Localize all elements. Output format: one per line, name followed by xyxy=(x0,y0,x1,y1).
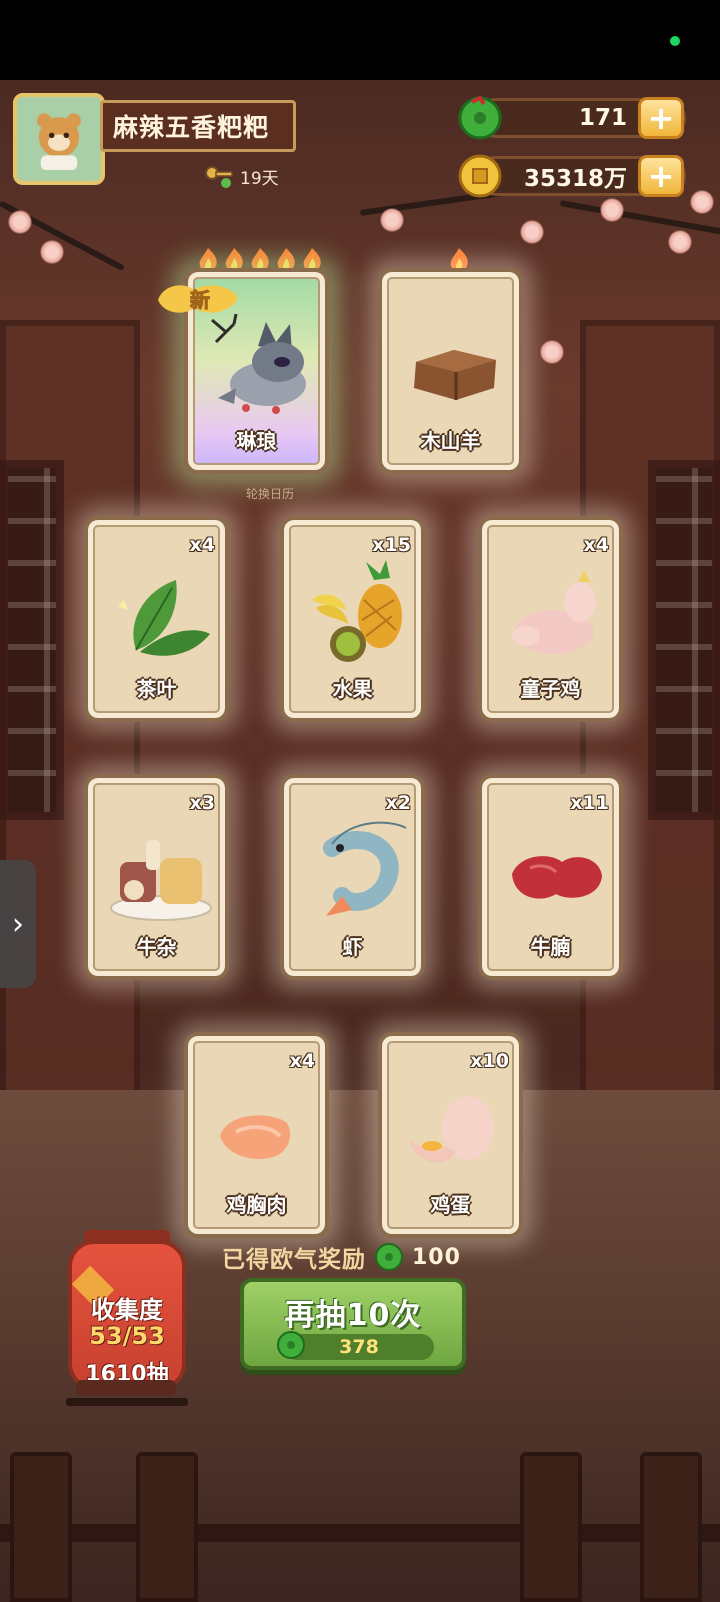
tea-leaf-icon xyxy=(118,580,210,656)
card-label: 琳琅 xyxy=(236,429,277,453)
status-bar xyxy=(0,0,720,80)
jade-icon xyxy=(458,96,502,140)
card-label: 牛腩 xyxy=(530,935,571,959)
shrimp-icon xyxy=(323,821,407,916)
card-shrimp[interactable]: x2 虾 xyxy=(280,774,425,980)
reward-label: 已得欧气奖励 xyxy=(222,1247,366,1273)
fence-post xyxy=(10,1452,72,1602)
new-badge-text: 新 xyxy=(190,288,210,312)
blossom xyxy=(540,340,564,364)
blossom xyxy=(600,198,624,222)
calendar-key-icon xyxy=(205,165,233,188)
fruit-icon xyxy=(312,560,402,662)
card-mushanyang[interactable]: 木山羊 xyxy=(378,268,523,474)
card-beef-offal[interactable]: x3 牛杂 xyxy=(84,774,229,980)
card-count: x4 xyxy=(189,534,215,556)
card-count: x2 xyxy=(385,792,411,814)
card-chicken[interactable]: x4 童子鸡 xyxy=(478,516,623,722)
card-label: 童子鸡 xyxy=(520,677,581,701)
fence-rail xyxy=(0,1524,720,1542)
card-count: x3 xyxy=(189,792,215,814)
card-tea[interactable]: x4 茶叶 xyxy=(84,516,229,722)
card-label: 木山羊 xyxy=(420,429,481,453)
blossom xyxy=(520,220,544,244)
card-caption: 轮换日历 xyxy=(245,487,294,501)
blossom xyxy=(380,208,404,232)
days-counter: 19天 xyxy=(204,164,279,189)
card-label: 鸡胸肉 xyxy=(226,1193,287,1217)
coin-plus-button[interactable]: + xyxy=(638,155,684,197)
card-count: x15 xyxy=(372,534,411,556)
player-name: 麻辣五香粑粑 xyxy=(100,100,296,152)
window-lattice-right xyxy=(648,460,720,820)
card-chicken-breast[interactable]: x4 鸡胸肉 xyxy=(184,1032,329,1238)
draw-cost: 378 xyxy=(284,1334,434,1360)
card-label: 茶叶 xyxy=(136,677,177,701)
camera-indicator-dot xyxy=(670,36,680,46)
lucky-reward-line: 已得欧气奖励 100 xyxy=(222,1240,461,1274)
jade-value: 171 xyxy=(578,105,627,131)
fence-post xyxy=(640,1452,702,1602)
beef-offal-icon xyxy=(110,840,212,921)
chicken-breast-icon xyxy=(220,1115,291,1160)
lantern-stand xyxy=(66,1398,188,1406)
card-count: x4 xyxy=(289,1050,315,1072)
fence-post xyxy=(136,1452,198,1602)
side-drawer-tab[interactable]: › xyxy=(0,860,36,988)
draw-button-label: 再抽10次 xyxy=(284,1298,422,1333)
egg-icon xyxy=(410,1096,494,1163)
wooden-goat-icon xyxy=(414,350,496,400)
days-value: 19天 xyxy=(240,169,279,189)
card-brisket[interactable]: x11 牛腩 xyxy=(478,774,623,980)
chevron-right-icon: › xyxy=(12,906,24,942)
card-fruit[interactable]: x15 水果 xyxy=(280,516,425,722)
card-count: x10 xyxy=(470,1050,509,1072)
lantern-foot xyxy=(76,1380,176,1396)
beef-brisket-icon xyxy=(512,856,602,899)
card-label: 牛杂 xyxy=(136,935,177,959)
fence-post xyxy=(520,1452,582,1602)
card-label: 虾 xyxy=(342,935,363,959)
jade-icon xyxy=(277,1331,305,1359)
coin-icon xyxy=(458,154,502,198)
card-egg[interactable]: x10 鸡蛋 xyxy=(378,1032,523,1238)
card-count: x11 xyxy=(570,792,609,814)
collection-title: 收集度 xyxy=(91,1296,163,1324)
new-badge: 新 xyxy=(158,285,238,313)
blossom xyxy=(40,240,64,264)
collection-progress: 53/53 xyxy=(89,1322,165,1350)
jade-plus-button[interactable]: + xyxy=(638,97,684,139)
card-count: x4 xyxy=(583,534,609,556)
game-scene: 麻辣五香粑粑 19天 171 + 35318万 + 琳琅 新 轮换日历 木山羊 … xyxy=(0,80,720,1602)
coin-value: 35318万 xyxy=(523,166,627,192)
window-lattice-left xyxy=(0,460,64,820)
card-label: 鸡蛋 xyxy=(430,1193,471,1217)
reward-value: 100 xyxy=(412,1244,461,1270)
card-label: 水果 xyxy=(332,677,373,701)
jade-icon xyxy=(375,1243,403,1271)
whole-chicken-icon xyxy=(512,570,596,654)
blossom xyxy=(690,190,714,214)
player-avatar[interactable] xyxy=(13,93,105,185)
blossom xyxy=(668,230,692,254)
draw-again-button[interactable]: 再抽10次 378 xyxy=(240,1278,466,1370)
blossom xyxy=(8,210,32,234)
wolf-character-icon xyxy=(211,313,306,414)
